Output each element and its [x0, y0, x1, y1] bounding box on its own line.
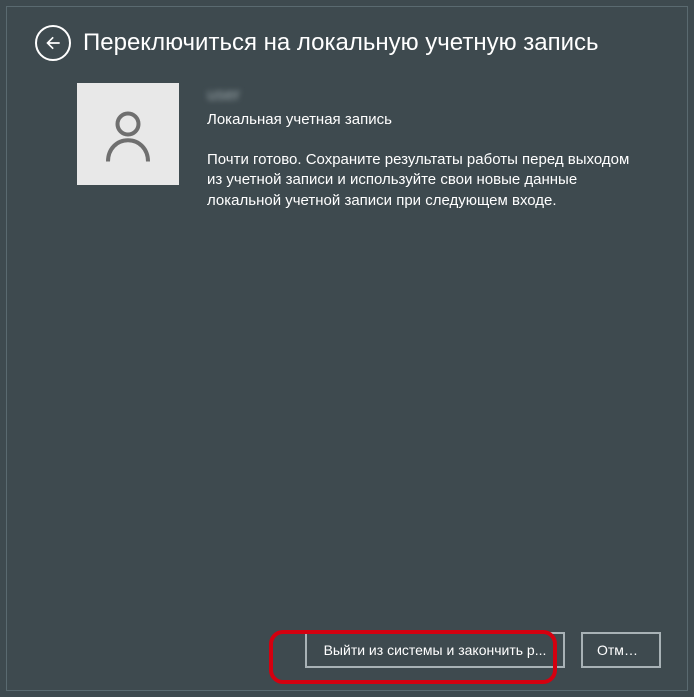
- instruction-text: Почти готово. Сохраните результаты работ…: [207, 150, 647, 211]
- person-icon: [98, 104, 158, 164]
- cancel-button[interactable]: Отмена: [581, 632, 661, 668]
- user-name-obscured: user: [207, 85, 647, 105]
- dialog-frame: Переключиться на локальную учетную запис…: [6, 6, 688, 691]
- arrow-left-icon: [43, 33, 63, 53]
- content-area: user Локальная учетная запись Почти гото…: [7, 71, 687, 211]
- back-button[interactable]: [35, 25, 71, 61]
- dialog-header: Переключиться на локальную учетную запис…: [7, 7, 687, 71]
- account-type-label: Локальная учетная запись: [207, 111, 647, 128]
- dialog-footer: Выйти из системы и закончить р... Отмена: [305, 632, 661, 668]
- signout-finish-button[interactable]: Выйти из системы и закончить р...: [305, 632, 565, 668]
- page-title: Переключиться на локальную учетную запис…: [83, 29, 599, 57]
- user-info: user Локальная учетная запись Почти гото…: [207, 83, 647, 211]
- avatar: [77, 83, 179, 185]
